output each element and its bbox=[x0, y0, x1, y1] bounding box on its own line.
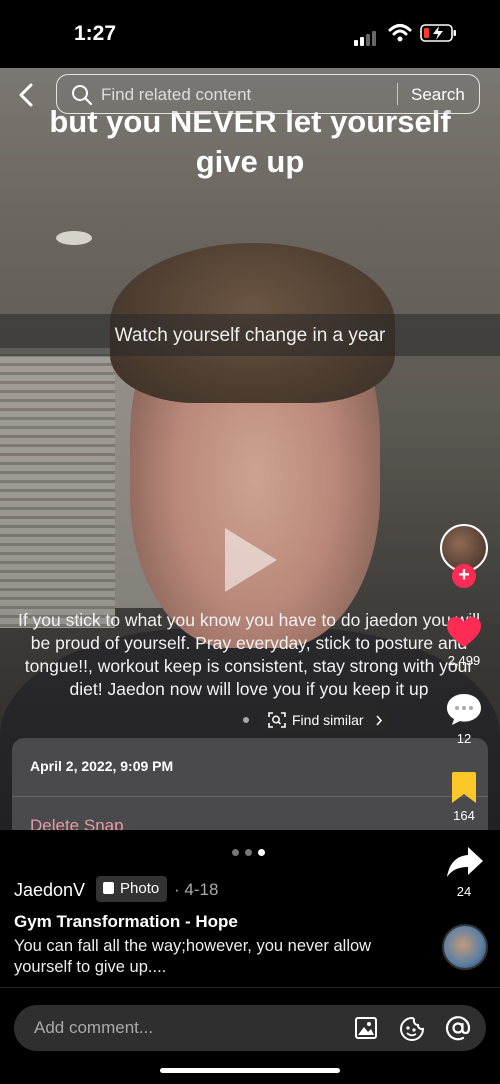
window-blinds bbox=[0, 348, 115, 628]
find-similar-label: Find similar bbox=[292, 712, 364, 728]
search-divider bbox=[397, 83, 398, 105]
bookmark-icon[interactable] bbox=[450, 771, 478, 805]
top-caption: but you NEVER let yourself give up bbox=[49, 104, 451, 179]
like-count: 2,499 bbox=[447, 653, 481, 668]
emoji-icon[interactable] bbox=[399, 1016, 425, 1042]
post-description[interactable]: You can fall all the way;however, you ne… bbox=[14, 936, 414, 978]
card-divider bbox=[12, 796, 488, 797]
wifi-icon bbox=[388, 24, 412, 42]
snap-info-card: April 2, 2022, 9:09 PM Delete Snap bbox=[12, 738, 488, 830]
status-time: 1:27 bbox=[74, 22, 117, 45]
image-icon[interactable] bbox=[354, 1016, 378, 1040]
ceiling-light bbox=[56, 231, 92, 245]
image-search-icon bbox=[268, 712, 286, 728]
follow-plus-button[interactable]: + bbox=[452, 564, 476, 588]
snap-date: April 2, 2022, 9:09 PM bbox=[30, 758, 174, 774]
post-date: · 4-18 bbox=[174, 880, 219, 899]
search-bar[interactable]: Find related content Search bbox=[56, 74, 480, 114]
sound-disc-avatar[interactable] bbox=[442, 924, 488, 970]
comment-count: 12 bbox=[456, 731, 472, 746]
like-heart-icon[interactable] bbox=[446, 616, 482, 648]
author-name[interactable]: JaedonV bbox=[14, 880, 85, 901]
battery-charging-icon bbox=[420, 24, 456, 42]
share-count: 24 bbox=[456, 884, 472, 899]
photo-overlay-text: If you stick to what you know you have t… bbox=[17, 610, 481, 699]
photo-type-label: Photo bbox=[120, 880, 160, 897]
play-icon[interactable] bbox=[225, 528, 277, 592]
divider bbox=[0, 987, 500, 988]
delete-snap-button[interactable]: Delete Snap bbox=[30, 816, 124, 830]
save-count: 164 bbox=[453, 808, 475, 823]
comment-input[interactable]: Add comment... bbox=[34, 1018, 153, 1038]
photo-mode-icon bbox=[103, 882, 114, 894]
back-chevron-icon[interactable] bbox=[14, 80, 40, 110]
post-title: Gym Transformation - Hope bbox=[14, 912, 238, 931]
carousel-pager bbox=[232, 843, 271, 861]
post-photo[interactable]: Watch yourself change in a year bbox=[0, 68, 500, 830]
chevron-right-icon bbox=[376, 715, 383, 726]
photo-type-tag: Photo bbox=[96, 876, 168, 902]
search-input[interactable]: Find related content bbox=[101, 85, 251, 105]
mid-caption: Watch yourself change in a year bbox=[114, 325, 386, 346]
comment-bar[interactable]: Add comment... bbox=[14, 1005, 486, 1051]
comment-bubble-icon[interactable] bbox=[446, 692, 482, 726]
mention-icon[interactable] bbox=[445, 1015, 471, 1041]
carousel-dot bbox=[243, 717, 249, 723]
cellular-signal-icon bbox=[354, 28, 378, 46]
search-icon bbox=[72, 85, 93, 106]
search-button[interactable]: Search bbox=[411, 85, 465, 105]
home-indicator bbox=[160, 1068, 340, 1073]
share-arrow-icon[interactable] bbox=[446, 846, 484, 878]
find-similar-button[interactable]: Find similar bbox=[258, 706, 391, 734]
